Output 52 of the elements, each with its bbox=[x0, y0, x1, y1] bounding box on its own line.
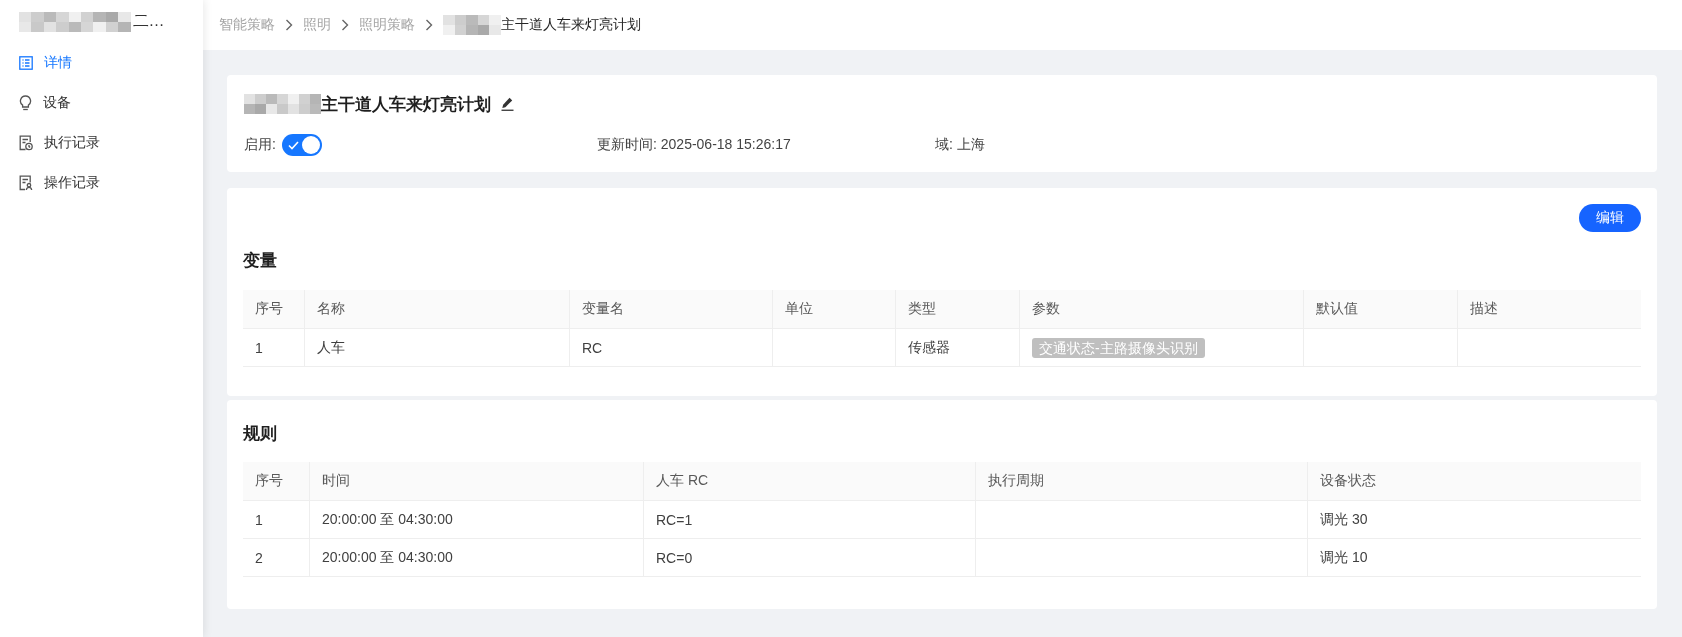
edit-button[interactable]: 编辑 bbox=[1579, 204, 1641, 232]
table-cell: 1 bbox=[255, 339, 263, 356]
table-cell: 调光 30 bbox=[1320, 510, 1368, 529]
column-header: 描述 bbox=[1470, 300, 1498, 318]
parameter-tag: 交通状态-主路摄像头识别 bbox=[1032, 337, 1205, 358]
table-cell: 2 bbox=[255, 549, 263, 566]
column-header: 名称 bbox=[317, 300, 345, 318]
table-cell: RC bbox=[582, 339, 603, 356]
column-header: 默认值 bbox=[1316, 300, 1358, 318]
table-cell: 20:00:00 至 04:30:00 bbox=[322, 548, 453, 567]
column-header: 类型 bbox=[908, 300, 936, 318]
sidebar-title: 二… bbox=[132, 11, 165, 31]
section-heading: 变量 bbox=[243, 250, 277, 272]
breadcrumb-current: 主干道人车来灯亮计划 bbox=[500, 16, 641, 34]
table-cell: RC=0 bbox=[656, 549, 693, 566]
sidebar-item[interactable]: 操作记录 bbox=[0, 163, 203, 203]
table-cell: 20:00:00 至 04:30:00 bbox=[322, 510, 453, 529]
table-cell: 1 bbox=[255, 511, 263, 528]
chevron-right-icon bbox=[425, 19, 433, 31]
column-header: 参数 bbox=[1032, 300, 1060, 318]
column-header: 执行周期 bbox=[988, 472, 1044, 490]
toggle-switch[interactable] bbox=[281, 134, 322, 156]
page-title: 主干道人车来灯亮计划 bbox=[321, 93, 491, 116]
section-heading: 规则 bbox=[243, 423, 277, 445]
check-icon bbox=[287, 140, 299, 150]
column-header: 序号 bbox=[255, 472, 283, 490]
column-header: 时间 bbox=[322, 472, 350, 490]
chevron-right-icon bbox=[341, 19, 349, 31]
sidebar-item[interactable]: 执行记录 bbox=[0, 123, 203, 163]
sidebar-item[interactable]: 详情 bbox=[0, 43, 203, 83]
pencil-icon[interactable] bbox=[501, 97, 514, 111]
breadcrumb-link[interactable]: 照明 bbox=[303, 16, 331, 34]
sidebar-item[interactable]: 设备 bbox=[0, 83, 203, 123]
table-cell: 传感器 bbox=[908, 338, 950, 357]
chevron-right-icon bbox=[285, 19, 293, 31]
column-header: 设备状态 bbox=[1320, 472, 1376, 490]
updated-time: 更新时间: 2025-06-18 15:26:17 bbox=[597, 136, 791, 154]
table-cell: 人车 bbox=[317, 338, 345, 357]
document-user-icon bbox=[19, 175, 33, 191]
field-label: 启用: bbox=[244, 136, 276, 154]
breadcrumb-link[interactable]: 智能策略 bbox=[219, 16, 275, 34]
lightbulb-icon bbox=[19, 95, 32, 111]
domain-text: 域: 上海 bbox=[935, 136, 985, 154]
document-clock-icon bbox=[19, 135, 33, 151]
table-cell: RC=1 bbox=[656, 511, 693, 528]
list-icon bbox=[19, 56, 33, 70]
table-cell: 调光 10 bbox=[1320, 548, 1368, 567]
column-header: 单位 bbox=[785, 300, 813, 318]
column-header: 序号 bbox=[255, 300, 283, 318]
column-header: 变量名 bbox=[582, 300, 624, 318]
column-header: 人车 RC bbox=[656, 472, 709, 490]
breadcrumb-link[interactable]: 照明策略 bbox=[359, 16, 415, 34]
